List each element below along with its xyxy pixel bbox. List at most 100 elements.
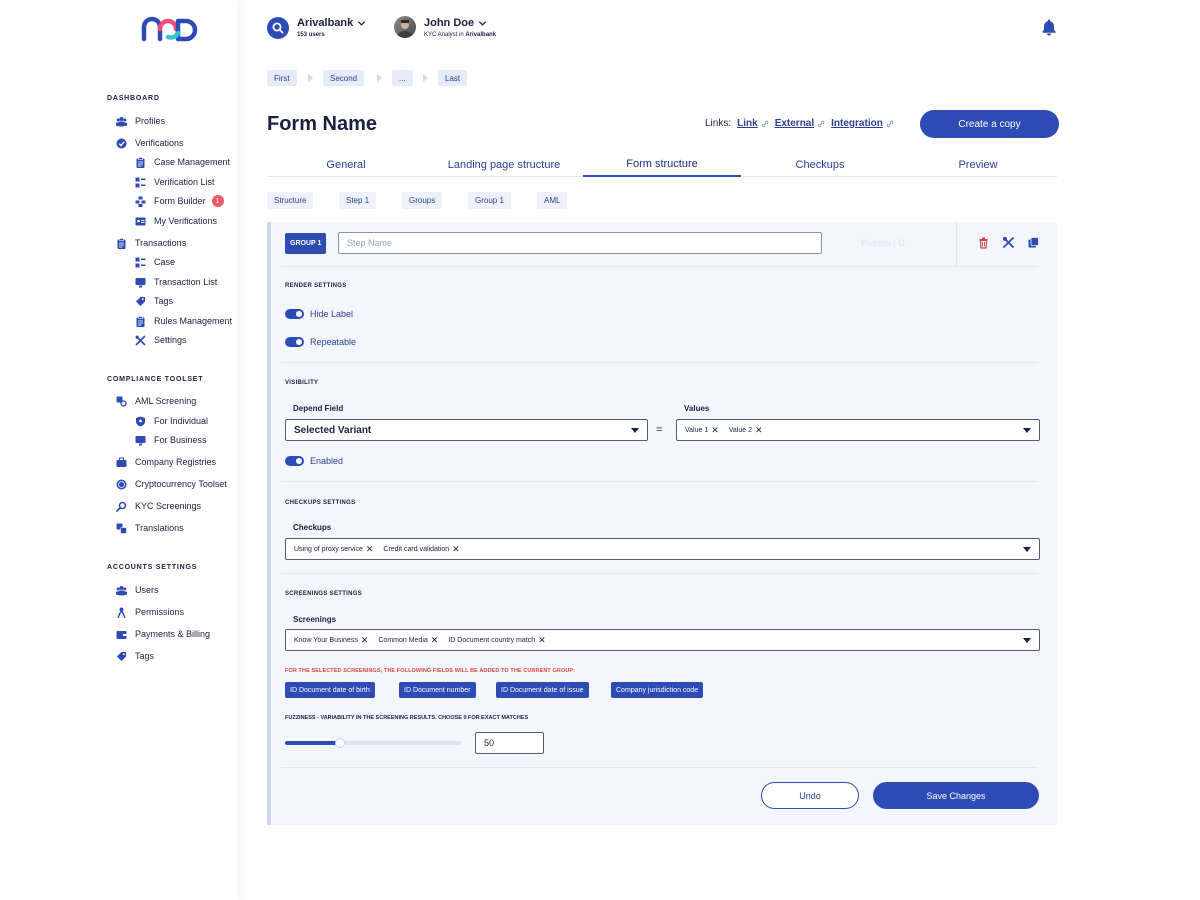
sidebar-item-tags[interactable]: Tags — [116, 649, 154, 663]
create-copy-button[interactable]: Create a copy — [920, 110, 1059, 138]
sidebar-item-cryptocurrency-toolset[interactable]: Cryptocurrency Toolset — [116, 477, 227, 491]
toggle-switch[interactable] — [285, 309, 304, 319]
toggle-switch[interactable] — [285, 337, 304, 347]
remove-tag-icon[interactable]: ✕ — [361, 635, 369, 646]
caret-down-icon — [1023, 547, 1031, 552]
form-builder-icon — [135, 196, 146, 207]
remove-tag-icon[interactable]: ✕ — [538, 635, 546, 646]
tab-general[interactable]: General — [267, 152, 425, 177]
brand-logo[interactable] — [141, 15, 199, 43]
slider-thumb[interactable] — [334, 738, 345, 748]
monitor-icon — [135, 277, 146, 288]
magnifier-icon — [116, 501, 127, 512]
enabled-toggle[interactable]: Enabled — [285, 456, 343, 466]
undo-button[interactable]: Undo — [761, 782, 859, 809]
values-label: Values — [684, 404, 710, 413]
link-integration[interactable]: Integration — [831, 118, 894, 129]
section-divider — [281, 362, 1038, 363]
sidebar-item-case[interactable]: Case — [135, 255, 175, 269]
sidebar-item-kyc-screenings[interactable]: KYC Screenings — [116, 499, 201, 513]
fuzziness-slider[interactable] — [285, 738, 461, 748]
sidebar-item-users[interactable]: Users — [116, 583, 159, 597]
check-shield-icon — [116, 138, 127, 149]
notification-badge: 1 — [211, 195, 224, 207]
remove-tag-icon[interactable]: ✕ — [431, 635, 439, 646]
remove-tag-icon[interactable]: ✕ — [755, 425, 763, 436]
breadcrumb-ellipsis[interactable]: ... — [392, 70, 413, 86]
remove-tag-icon[interactable]: ✕ — [366, 544, 374, 555]
screenings-multiselect[interactable]: Know Your Business ✕ Common Media ✕ ID Doc… — [285, 629, 1040, 651]
sidebar-item-verification-list[interactable]: Verification List — [135, 175, 215, 189]
bell-icon[interactable] — [1041, 18, 1057, 36]
sidebar-item-tags[interactable]: Tags — [135, 294, 173, 308]
clipboard-icon — [135, 315, 146, 327]
user-avatar[interactable] — [394, 16, 416, 38]
breadcrumb-last[interactable]: Last — [438, 70, 468, 86]
tab-form-structure[interactable]: Form structure — [583, 152, 741, 177]
breadcrumb-first[interactable]: First — [267, 70, 297, 86]
sidebar-item-my-verifications[interactable]: My Verifications — [135, 214, 217, 228]
subnav-groups[interactable]: Groups — [402, 192, 443, 209]
sidebar-item-rules-management[interactable]: Rules Management — [135, 314, 232, 328]
subnav-step-1[interactable]: Step 1 — [339, 192, 377, 209]
tools-icon[interactable] — [1002, 236, 1015, 249]
link-link[interactable]: Link — [737, 118, 769, 129]
sidebar-item-case-management[interactable]: Case Management — [135, 155, 230, 169]
tab-preview[interactable]: Preview — [899, 152, 1057, 177]
copy-icon[interactable] — [1027, 236, 1040, 249]
added-field-chip[interactable]: ID Document date of issue — [496, 682, 589, 698]
added-field-chip[interactable]: Company jurisdiction code — [611, 682, 704, 698]
sidebar-item-aml-screening[interactable]: AML Screening — [116, 394, 196, 408]
sidebar-item-label: My Verifications — [154, 216, 218, 226]
trash-icon[interactable] — [977, 236, 990, 249]
tab-landing-page-structure[interactable]: Landing page structure — [425, 152, 583, 177]
screening-fields-warning: FOR THE SELECTED SCREENINGS, THE FOLLOWI… — [285, 668, 576, 674]
subnav-group-1[interactable]: Group 1 — [468, 192, 511, 209]
sidebar-item-settings[interactable]: Settings — [135, 333, 187, 347]
sidebar-item-label: Permissions — [135, 607, 185, 617]
sidebar-item-transaction-list[interactable]: Transaction List — [135, 275, 217, 289]
sidebar-item-transactions[interactable]: Transactions — [116, 236, 186, 250]
save-changes-button[interactable]: Save Changes — [873, 782, 1039, 809]
sidebar-item-profiles[interactable]: Profiles — [116, 114, 165, 128]
subnav-structure[interactable]: Structure — [267, 192, 314, 209]
faded-header-text: Phases | D — [861, 238, 905, 248]
sidebar-item-payments-billing[interactable]: Payments & Billing — [116, 627, 210, 641]
sidebar-item-verifications[interactable]: Verifications — [116, 136, 184, 150]
sidebar-item-label: Company Registries — [135, 457, 217, 467]
remove-tag-icon[interactable]: ✕ — [711, 425, 719, 436]
depend-field-select[interactable]: Selected Variant — [285, 419, 648, 441]
link-external[interactable]: External — [775, 118, 825, 129]
added-field-chip[interactable]: ID Document date of birth — [285, 682, 375, 698]
fuzziness-input[interactable] — [475, 732, 544, 754]
sidebar-item-for-individual[interactable]: For Individual — [135, 414, 208, 428]
remove-tag-icon[interactable]: ✕ — [452, 544, 460, 555]
added-field-chip[interactable]: ID Document number — [399, 682, 476, 698]
section-divider — [281, 266, 1038, 267]
tab-checkups[interactable]: Checkups — [741, 152, 899, 177]
org-switcher[interactable]: Arivalbank — [297, 17, 366, 29]
subnav-aml[interactable]: AML — [537, 192, 568, 209]
sidebar-item-label: Translations — [135, 523, 184, 533]
user-menu[interactable]: John Doe — [424, 17, 487, 29]
checkups-multiselect[interactable]: Using of proxy service ✕ Credit card vali… — [285, 538, 1040, 560]
toggle-switch[interactable] — [285, 456, 304, 466]
sidebar-item-company-registries[interactable]: Company Registries — [116, 455, 216, 469]
user-name: John Doe — [424, 17, 475, 29]
breadcrumb-separator — [308, 74, 313, 82]
sidebar-item-permissions[interactable]: Permissions — [116, 605, 184, 619]
repeatable-toggle[interactable]: Repeatable — [285, 337, 356, 347]
values-multiselect[interactable]: Value 1 ✕ Value 2 ✕ — [676, 419, 1040, 441]
hide-label-toggle[interactable]: Hide Label — [285, 309, 353, 319]
breadcrumb-second[interactable]: Second — [323, 70, 365, 86]
sidebar-item-label: Tags — [135, 651, 155, 661]
step-name-input[interactable] — [338, 232, 822, 254]
org-avatar[interactable] — [267, 17, 289, 39]
sidebar-item-translations[interactable]: Translations — [116, 521, 184, 535]
group-badge: GROUP 1 — [285, 233, 327, 254]
user-photo-icon — [397, 20, 413, 38]
checkups-settings-title: CHECKUPS SETTINGS — [285, 500, 356, 506]
sidebar-item-for-business[interactable]: For Business — [135, 433, 207, 447]
sidebar-item-form-builder[interactable]: Form Builder 1 — [135, 194, 224, 208]
sidebar-item-label: Users — [135, 585, 159, 595]
